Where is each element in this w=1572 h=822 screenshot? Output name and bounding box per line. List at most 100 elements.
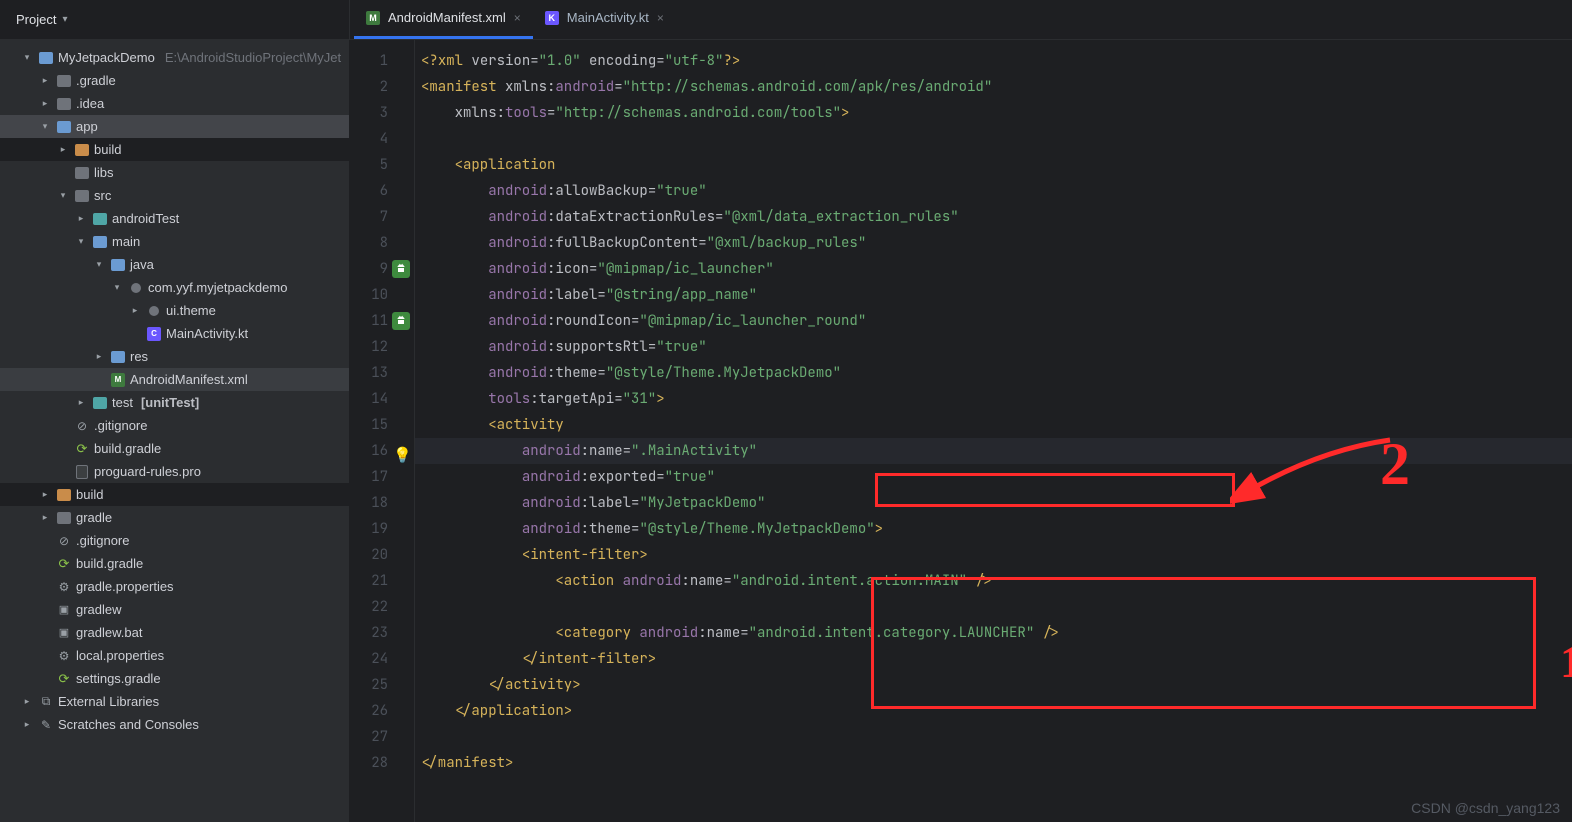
tree-path-tail: E:\AndroidStudioProject\MyJet	[165, 50, 341, 65]
tree-node[interactable]: ⟳build.gradle	[0, 552, 349, 575]
project-label: Project	[16, 12, 56, 27]
tree-node[interactable]: ▸✎Scratches and Consoles	[0, 713, 349, 736]
code-line[interactable]	[415, 126, 1572, 152]
tree-node[interactable]: ⟳settings.gradle	[0, 667, 349, 690]
code-line[interactable]: </intent-filter>	[415, 646, 1572, 672]
editor-tab[interactable]: M AndroidManifest.xml ×	[354, 0, 533, 39]
close-icon[interactable]: ×	[657, 11, 664, 25]
tree-node[interactable]: proguard-rules.pro	[0, 460, 349, 483]
tree-twisty-icon[interactable]: ▾	[92, 259, 106, 270]
code-line[interactable]: android:supportsRtl="true"	[415, 334, 1572, 360]
code-line[interactable]: <?xml version="1.0" encoding="utf-8"?>	[415, 48, 1572, 74]
tree-node[interactable]: CMainActivity.kt	[0, 322, 349, 345]
tree-twisty-icon[interactable]: ▸	[38, 75, 52, 86]
tree-twisty-icon[interactable]: ▸	[20, 696, 34, 707]
tree-node[interactable]: ▸gradle	[0, 506, 349, 529]
tree-node[interactable]: MAndroidManifest.xml	[0, 368, 349, 391]
tree-label: java	[130, 257, 154, 272]
tree-label: app	[76, 119, 98, 134]
tree-node[interactable]: ⊘.gitignore	[0, 414, 349, 437]
tree-node[interactable]: ▸test[unitTest]	[0, 391, 349, 414]
xml-file-icon: M	[366, 11, 380, 25]
code-line[interactable]: <action android:name="android.intent.act…	[415, 568, 1572, 594]
tree-twisty-icon[interactable]: ▾	[38, 121, 52, 132]
tab-label: AndroidManifest.xml	[388, 10, 506, 25]
code-line[interactable]: android:icon="@mipmap/ic_launcher"	[415, 256, 1572, 282]
editor-tab[interactable]: KMainActivity.kt×	[533, 0, 676, 39]
tree-node[interactable]: ▾ app	[0, 115, 349, 138]
scratch-icon: ✎	[38, 717, 54, 733]
code-line[interactable]: android:exported="true"	[415, 464, 1572, 490]
code-editor[interactable]: 12345678910111213141516💡1718192021222324…	[350, 40, 1572, 822]
tree-node[interactable]: ▸.gradle	[0, 69, 349, 92]
tree-label: gradlew.bat	[76, 625, 143, 640]
tree-label: com.yyf.myjetpackdemo	[148, 280, 287, 295]
tree-twisty-icon[interactable]: ▸	[128, 305, 142, 316]
code-line[interactable]: android:allowBackup="true"	[415, 178, 1572, 204]
android-icon[interactable]	[392, 312, 410, 330]
tree-twisty-icon[interactable]: ▸	[38, 98, 52, 109]
tree-node[interactable]: ⊘.gitignore	[0, 529, 349, 552]
code-area[interactable]: <?xml version="1.0" encoding="utf-8"?><m…	[414, 40, 1572, 822]
close-icon[interactable]: ×	[514, 11, 521, 25]
tree-node[interactable]: ⚙local.properties	[0, 644, 349, 667]
code-line[interactable]: <activity	[415, 412, 1572, 438]
tree-twisty-icon[interactable]: ▸	[92, 351, 106, 362]
tree-twisty-icon[interactable]: ▾	[20, 52, 34, 63]
code-line[interactable]: android:name=".MainActivity"	[415, 438, 1572, 464]
code-line[interactable]: <manifest xmlns:android="http://schemas.…	[415, 74, 1572, 100]
tree-twisty-icon[interactable]: ▸	[74, 213, 88, 224]
tree-node[interactable]: ▣gradlew.bat	[0, 621, 349, 644]
tree-node[interactable]: ▾MyJetpackDemoE:\AndroidStudioProject\My…	[0, 46, 349, 69]
code-line[interactable]: tools:targetApi="31">	[415, 386, 1572, 412]
tree-twisty-icon[interactable]: ▾	[74, 236, 88, 247]
tree-twisty-icon[interactable]: ▸	[20, 719, 34, 730]
code-line[interactable]	[415, 594, 1572, 620]
tree-twisty-icon[interactable]: ▾	[56, 190, 70, 201]
tree-node[interactable]: ▾ java	[0, 253, 349, 276]
code-line[interactable]: android:theme="@style/Theme.MyJetpackDem…	[415, 360, 1572, 386]
tree-node[interactable]: ▾main	[0, 230, 349, 253]
android-icon[interactable]	[392, 260, 410, 278]
code-line[interactable]: android:roundIcon="@mipmap/ic_launcher_r…	[415, 308, 1572, 334]
project-tree[interactable]: ▾MyJetpackDemoE:\AndroidStudioProject\My…	[0, 40, 350, 822]
tree-node[interactable]: ▾src	[0, 184, 349, 207]
tree-node[interactable]: ▸.idea	[0, 92, 349, 115]
code-line[interactable]: </activity>	[415, 672, 1572, 698]
tree-node[interactable]: ⟳build.gradle	[0, 437, 349, 460]
code-line[interactable]: </manifest>	[415, 750, 1572, 776]
tree-twisty-icon[interactable]: ▸	[38, 489, 52, 500]
code-line[interactable]: <category android:name="android.intent.c…	[415, 620, 1572, 646]
code-line[interactable]: android:dataExtractionRules="@xml/data_e…	[415, 204, 1572, 230]
tree-twisty-icon[interactable]: ▾	[110, 282, 124, 293]
tree-node[interactable]: ▣gradlew	[0, 598, 349, 621]
tree-twisty-icon[interactable]: ▸	[38, 512, 52, 523]
library-icon: ⧉	[38, 694, 54, 710]
tree-node[interactable]: libs	[0, 161, 349, 184]
folder-icon	[74, 188, 90, 204]
kotlin-file-icon: C	[146, 326, 162, 342]
tree-node[interactable]: ⚙gradle.properties	[0, 575, 349, 598]
tree-node[interactable]: ▸⧉External Libraries	[0, 690, 349, 713]
tree-node[interactable]: ▸res	[0, 345, 349, 368]
code-line[interactable]: android:theme="@style/Theme.MyJetpackDem…	[415, 516, 1572, 542]
tree-node[interactable]: ▸androidTest	[0, 207, 349, 230]
code-line[interactable]: <intent-filter>	[415, 542, 1572, 568]
tree-node[interactable]: ▸ui.theme	[0, 299, 349, 322]
tree-node[interactable]: ▸build	[0, 138, 349, 161]
tree-node[interactable]: ▾ com.yyf.myjetpackdemo	[0, 276, 349, 299]
project-tool-button[interactable]: Project ▾	[0, 0, 350, 39]
code-line[interactable]: </application>	[415, 698, 1572, 724]
tree-label: test	[112, 395, 133, 410]
code-line[interactable]: <application	[415, 152, 1572, 178]
code-line[interactable]: android:fullBackupContent="@xml/backup_r…	[415, 230, 1572, 256]
gutter-line: 25	[350, 672, 414, 698]
code-line[interactable]	[415, 724, 1572, 750]
tree-node[interactable]: ▸build	[0, 483, 349, 506]
tree-twisty-icon[interactable]: ▸	[74, 397, 88, 408]
tree-twisty-icon[interactable]: ▸	[56, 144, 70, 155]
code-line[interactable]: android:label="@string/app_name"	[415, 282, 1572, 308]
code-line[interactable]: android:label="MyJetpackDemo"	[415, 490, 1572, 516]
code-line[interactable]: xmlns:tools="http://schemas.android.com/…	[415, 100, 1572, 126]
tree-label: libs	[94, 165, 114, 180]
